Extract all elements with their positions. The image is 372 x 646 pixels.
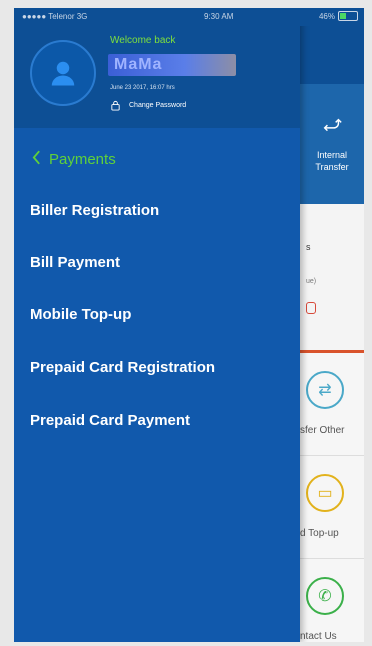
transfer-icon: [323, 118, 342, 132]
account-card-fragment: s ue): [300, 204, 364, 350]
phone-screen: ●●●●● Telenor 3G 9:30 AM 46% Internal Tr…: [14, 8, 364, 642]
menu-item-biller-registration[interactable]: Biller Registration: [30, 202, 159, 219]
menu-item-bill-payment[interactable]: Bill Payment: [30, 254, 120, 271]
transfer-label-line2: Transfer: [315, 162, 349, 172]
change-password-label: Change Password: [129, 102, 187, 109]
change-password-link[interactable]: Change Password: [110, 100, 186, 111]
payments-back-button[interactable]: Payments: [32, 150, 116, 169]
username: MaMa: [108, 54, 236, 76]
welcome-text: Welcome back: [110, 35, 176, 46]
clock: 9:30 AM: [204, 12, 234, 21]
battery-icon: [338, 11, 358, 21]
mobile-topup-label: d Top-up: [300, 528, 339, 539]
background-app: Internal Transfer s ue) ⇄ sfer Other ▭ d…: [300, 26, 364, 642]
chevron-left-icon: [32, 150, 41, 169]
internal-transfer-shortcut[interactable]: Internal Transfer: [300, 84, 364, 204]
background-header: [300, 26, 364, 84]
battery-indicator: 46%: [319, 11, 358, 21]
info-icon: [306, 302, 316, 314]
last-login-timestamp: June 23 2017, 16:07 hrs: [110, 85, 175, 91]
account-fragment-text: s: [306, 242, 311, 252]
transfer-other-label: sfer Other: [300, 425, 345, 436]
mobile-topup-shortcut[interactable]: ▭ d Top-up: [300, 456, 364, 559]
transfer-label-line1: Internal: [316, 150, 348, 160]
menu-item-prepaid-card-registration[interactable]: Prepaid Card Registration: [30, 359, 215, 376]
lock-icon: [111, 100, 120, 111]
contact-us-shortcut[interactable]: ✆ ntact Us: [300, 559, 364, 642]
user-icon: [51, 61, 75, 86]
avatar[interactable]: [30, 40, 96, 106]
card-topup-icon: ▭: [306, 474, 344, 512]
contact-us-label: ntact Us: [300, 631, 337, 642]
battery-percent: 46%: [318, 11, 335, 21]
menu-item-mobile-topup[interactable]: Mobile Top-up: [30, 306, 131, 323]
people-transfer-icon: ⇄: [306, 371, 344, 409]
menu-item-prepaid-card-payment[interactable]: Prepaid Card Payment: [30, 412, 190, 429]
payments-label: Payments: [49, 151, 116, 168]
carrier-label: ●●●●● Telenor 3G: [22, 12, 88, 21]
drawer-header: Welcome back MaMa June 23 2017, 16:07 hr…: [14, 8, 300, 128]
status-bar: ●●●●● Telenor 3G 9:30 AM 46%: [14, 8, 364, 26]
account-fragment-subtext: ue): [306, 278, 317, 285]
transfer-other-shortcut[interactable]: ⇄ sfer Other: [300, 353, 364, 456]
navigation-drawer: Welcome back MaMa June 23 2017, 16:07 hr…: [14, 8, 300, 642]
phone-icon: ✆: [306, 577, 344, 615]
